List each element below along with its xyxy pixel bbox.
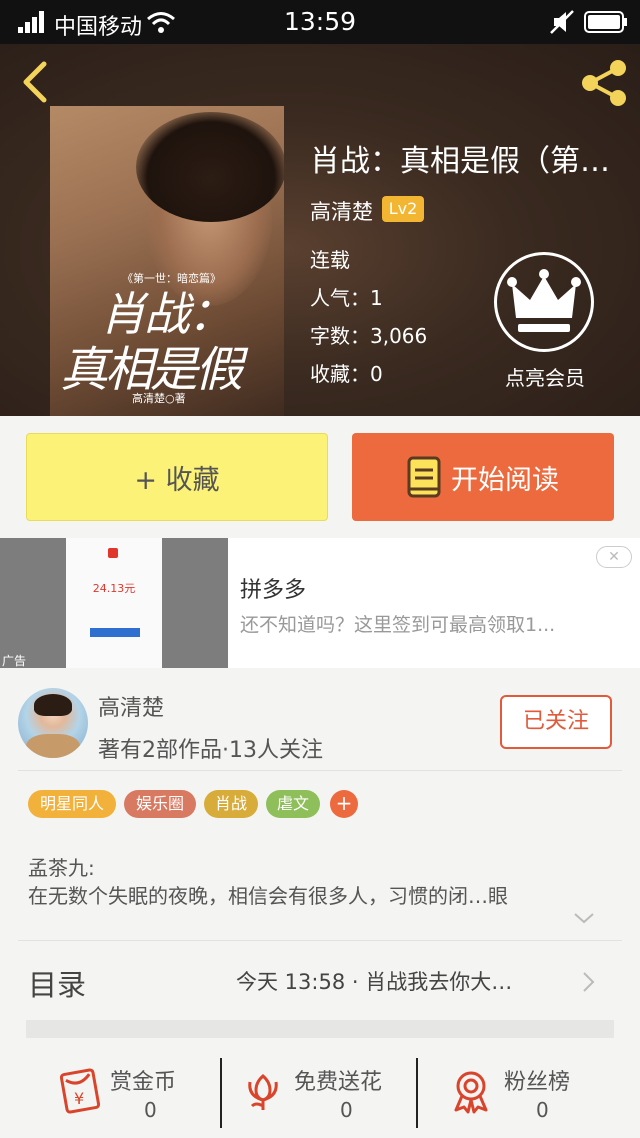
medal-icon bbox=[454, 1071, 488, 1114]
favorite-button[interactable]: + 收藏 bbox=[26, 433, 328, 521]
cover-author: 高清楚○著 bbox=[132, 392, 186, 405]
ad-amount: 24.13元 bbox=[92, 582, 136, 595]
add-tag-button[interactable]: + bbox=[330, 790, 358, 818]
vip-button[interactable] bbox=[494, 252, 594, 352]
book-cover[interactable]: 《第一世：暗恋篇》 肖战： 真相是假 高清楚○著 bbox=[50, 106, 284, 416]
close-icon[interactable]: ✕ bbox=[596, 546, 632, 568]
ad-tag: 广告 bbox=[2, 654, 27, 668]
book-icon bbox=[407, 456, 441, 498]
free-flowers-button[interactable]: 免费送花 0 bbox=[240, 1060, 410, 1130]
book-header: 《第一世：暗恋篇》 肖战： 真相是假 高清楚○著 肖战：真相是假（第… 高清楚 … bbox=[0, 44, 640, 416]
book-favorites: 收藏：0 bbox=[310, 362, 383, 386]
author-name[interactable]: 高清楚 bbox=[98, 690, 164, 722]
follow-button[interactable]: 已关注 bbox=[500, 695, 612, 749]
start-reading-button[interactable]: 开始阅读 bbox=[352, 433, 614, 521]
ad-image: 24.13元 广告 bbox=[0, 538, 228, 668]
divider bbox=[18, 940, 622, 941]
share-icon[interactable] bbox=[580, 58, 628, 108]
battery-icon bbox=[584, 11, 627, 33]
section-separator bbox=[26, 1020, 614, 1038]
vip-label: 点亮会员 bbox=[505, 366, 585, 390]
mute-icon bbox=[550, 10, 574, 34]
ad-name: 拼多多 bbox=[240, 578, 307, 603]
divider bbox=[416, 1058, 418, 1128]
fans-label: 粉丝榜 bbox=[504, 1070, 571, 1095]
red-envelope-icon: ¥ bbox=[59, 1068, 101, 1114]
coins-label: 赏金币 bbox=[110, 1070, 177, 1095]
book-author[interactable]: 高清楚 bbox=[310, 196, 373, 226]
crown-icon bbox=[507, 269, 581, 332]
divider bbox=[18, 770, 622, 771]
status-bar: 中国移动 13:59 bbox=[0, 0, 640, 44]
chevron-right-icon[interactable] bbox=[580, 970, 596, 994]
tag-0[interactable]: 明星同人 bbox=[28, 790, 116, 818]
tag-3[interactable]: 虐文 bbox=[266, 790, 320, 818]
divider bbox=[220, 1058, 222, 1128]
toc-label[interactable]: 目录 bbox=[28, 962, 86, 1004]
fans-ranking-button[interactable]: 粉丝榜 0 bbox=[446, 1060, 596, 1130]
tag-1[interactable]: 娱乐圈 bbox=[124, 790, 196, 818]
flowers-value: 0 bbox=[340, 1098, 353, 1122]
chevron-down-icon[interactable] bbox=[572, 910, 596, 926]
flowers-label: 免费送花 bbox=[294, 1070, 383, 1095]
intro-text[interactable]: 在无数个失眠的夜晚，相信会有很多人，习惯的闭…眼 bbox=[28, 880, 614, 909]
svg-text:¥: ¥ bbox=[74, 1089, 84, 1108]
clock: 13:59 bbox=[283, 7, 357, 36]
book-status: 连载 bbox=[310, 248, 350, 272]
intro-heading: 孟茶九: bbox=[28, 856, 95, 880]
ad-description: 还不知道吗？这里签到可最高领取1... bbox=[240, 614, 556, 636]
coins-value: 0 bbox=[144, 1098, 157, 1122]
avatar[interactable] bbox=[18, 688, 88, 758]
fans-value: 0 bbox=[536, 1098, 549, 1122]
author-info: 著有2部作品·13人关注 bbox=[98, 738, 323, 763]
level-badge: Lv2 bbox=[382, 196, 424, 222]
ad-banner[interactable]: 24.13元 广告 拼多多 还不知道吗？这里签到可最高领取1... ✕ bbox=[0, 538, 640, 668]
tag-2[interactable]: 肖战 bbox=[204, 790, 258, 818]
reward-coins-button[interactable]: ¥ 赏金币 0 bbox=[52, 1060, 212, 1130]
toc-latest-chapter[interactable]: 今天 13:58 · 肖战我去你大… bbox=[236, 966, 574, 996]
flower-icon bbox=[248, 1074, 278, 1110]
back-icon[interactable] bbox=[18, 60, 50, 104]
book-popularity: 人气：1 bbox=[310, 286, 383, 310]
book-word-count: 字数：3,066 bbox=[310, 324, 428, 348]
start-reading-label: 开始阅读 bbox=[451, 464, 559, 496]
book-title: 肖战：真相是假（第… bbox=[310, 144, 610, 179]
